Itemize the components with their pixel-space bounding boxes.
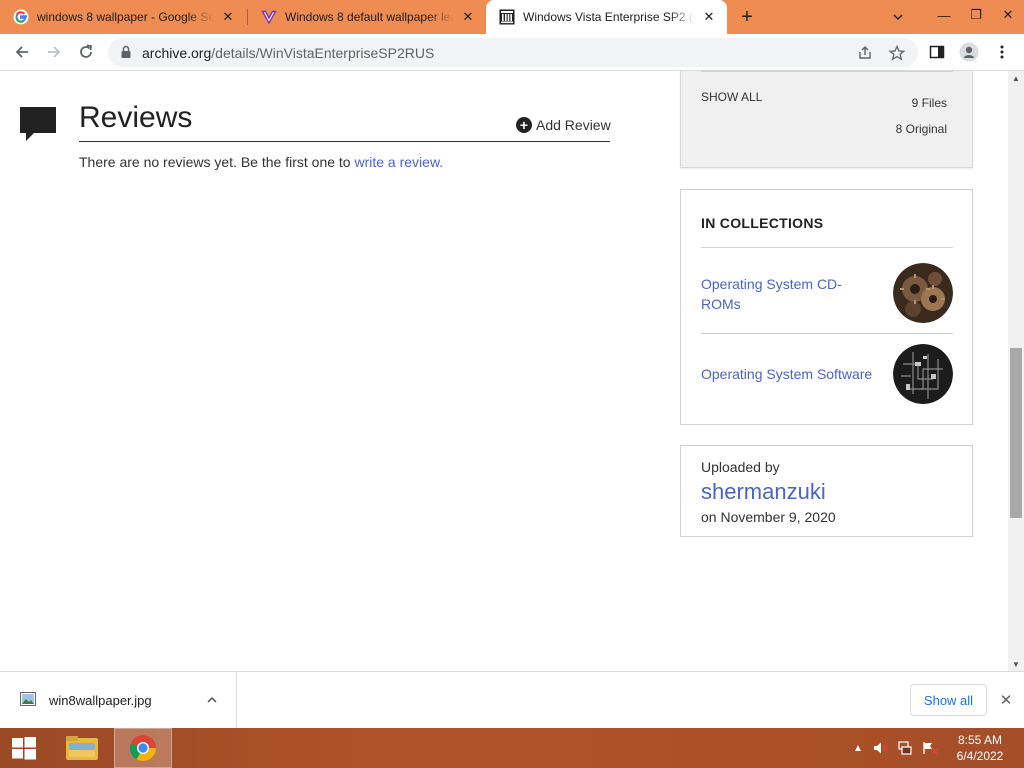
- file-explorer-taskbar-button[interactable]: [52, 728, 112, 768]
- collection-item-os-cd-roms[interactable]: Operating System CD-ROMs: [701, 262, 953, 324]
- chrome-icon: [129, 735, 157, 762]
- collections-box: IN COLLECTIONS Operating System CD-ROMs: [680, 189, 973, 425]
- tab-strip: windows 8 wallpaper - Google Se ✕ Window…: [0, 0, 1024, 34]
- menu-button[interactable]: [989, 39, 1015, 65]
- url-text: archive.org/details/WinVistaEnterpriseSP…: [142, 45, 434, 61]
- vimeo-v-icon: [261, 9, 277, 25]
- tab-title: windows 8 wallpaper - Google Se: [37, 10, 214, 24]
- arrow-left-icon: [15, 46, 28, 58]
- tab-close-icon[interactable]: ✕: [218, 7, 238, 27]
- close-download-bar-icon[interactable]: ✕: [996, 690, 1016, 710]
- chevron-down-icon: [893, 14, 903, 21]
- share-icon[interactable]: [856, 44, 874, 62]
- add-review-button[interactable]: + Add Review: [516, 117, 611, 133]
- collection-item-os-software[interactable]: Operating System Software: [701, 342, 953, 406]
- collections-divider: [701, 247, 953, 248]
- lock-icon[interactable]: [120, 45, 132, 64]
- speech-bubble-icon: [20, 107, 56, 146]
- download-item[interactable]: win8wallpaper.jpg: [0, 672, 237, 728]
- tab-title: Windows 8 default wallpaper lea: [285, 10, 454, 24]
- arrow-right-icon: [48, 46, 61, 58]
- network-icon[interactable]: [898, 740, 914, 756]
- google-icon: [13, 9, 29, 25]
- original-files-count: 8 Original: [895, 122, 947, 136]
- profile-button[interactable]: [956, 39, 982, 65]
- url-path: /details/WinVistaEnterpriseSP2RUS: [211, 45, 435, 61]
- tab-search-button[interactable]: [887, 6, 909, 28]
- circuit-image[interactable]: [893, 344, 953, 404]
- reload-button[interactable]: [73, 39, 99, 65]
- windows-logo-icon: [12, 737, 36, 760]
- collection-link[interactable]: Operating System Software: [701, 364, 891, 384]
- plus-circle-icon: +: [516, 117, 532, 133]
- folder-icon: [66, 736, 98, 760]
- collection-link[interactable]: Operating System CD-ROMs: [701, 274, 861, 314]
- minimize-button[interactable]: —: [928, 0, 960, 30]
- restore-button[interactable]: ❐: [960, 0, 992, 30]
- chrome-taskbar-button[interactable]: [114, 728, 172, 768]
- reload-icon: [80, 44, 93, 58]
- close-window-button[interactable]: ✕: [992, 0, 1024, 30]
- page-viewport: Reviews + Add Review There are no review…: [0, 71, 1008, 671]
- scroll-up-arrow-icon[interactable]: ▲: [1008, 71, 1024, 85]
- action-center-flag-icon[interactable]: [922, 740, 938, 756]
- write-review-link[interactable]: write a review.: [354, 154, 443, 170]
- start-button[interactable]: [0, 728, 48, 768]
- browser-toolbar: archive.org/details/WinVistaEnterpriseSP…: [0, 34, 1024, 71]
- files-count: 9 Files: [911, 96, 947, 110]
- gears-image[interactable]: [893, 263, 953, 323]
- forward-button[interactable]: [41, 39, 67, 65]
- show-all-downloads-button[interactable]: Show all: [910, 684, 987, 716]
- scroll-down-arrow-icon[interactable]: ▼: [1008, 657, 1024, 671]
- scrollbar-thumb[interactable]: [1010, 348, 1022, 518]
- side-panel-icon: [929, 45, 945, 59]
- bookmark-star-icon[interactable]: [888, 44, 906, 62]
- files-divider: [701, 71, 953, 72]
- tab-title: Windows Vista Enterprise SP2 (R: [523, 10, 695, 24]
- collections-divider: [701, 333, 953, 334]
- image-file-icon: [20, 692, 36, 711]
- uploader-username-link[interactable]: shermanzuki: [701, 479, 826, 505]
- tab-vimeo[interactable]: Windows 8 default wallpaper lea ✕: [248, 0, 486, 34]
- address-bar[interactable]: archive.org/details/WinVistaEnterpriseSP…: [108, 38, 918, 67]
- collections-heading: IN COLLECTIONS: [701, 215, 824, 231]
- download-options-button[interactable]: [203, 691, 221, 709]
- volume-muted-icon[interactable]: [873, 740, 889, 756]
- reviews-heading: Reviews: [79, 101, 193, 134]
- system-clock[interactable]: 8:55 AM 6/4/2022: [950, 732, 1010, 764]
- window-controls: — ❐ ✕: [928, 0, 1024, 30]
- avatar-icon: [959, 42, 979, 62]
- show-all-files-link[interactable]: SHOW ALL: [701, 90, 762, 104]
- add-review-label: Add Review: [536, 117, 611, 133]
- uploaded-by-label: Uploaded by: [701, 459, 780, 475]
- tab-close-icon[interactable]: ✕: [458, 7, 478, 27]
- tab-google-search[interactable]: windows 8 wallpaper - Google Se ✕: [0, 0, 246, 34]
- kebab-menu-icon: [1000, 45, 1004, 59]
- tab-archive-org[interactable]: Windows Vista Enterprise SP2 (R ✕: [486, 0, 727, 34]
- new-tab-button[interactable]: +: [736, 6, 758, 28]
- archive-org-icon: [499, 9, 515, 25]
- no-reviews-text: There are no reviews yet. Be the first o…: [79, 154, 443, 170]
- download-file-name: win8wallpaper.jpg: [49, 693, 152, 708]
- files-summary-box: SHOW ALL 9 Files 8 Original: [680, 71, 973, 168]
- url-host: archive.org: [142, 45, 212, 61]
- clock-time: 8:55 AM: [957, 733, 1003, 747]
- download-bar: win8wallpaper.jpg Show all ✕: [0, 671, 1024, 728]
- chevron-up-icon: [207, 696, 217, 703]
- uploader-box: Uploaded by shermanzuki on November 9, 2…: [680, 445, 973, 537]
- page-scrollbar[interactable]: ▲ ▼: [1008, 71, 1024, 671]
- back-button[interactable]: [9, 39, 35, 65]
- upload-date: on November 9, 2020: [701, 509, 836, 525]
- show-hidden-icons-chevron-icon[interactable]: ▲: [850, 740, 866, 756]
- side-panel-button[interactable]: [924, 39, 950, 65]
- tab-close-icon[interactable]: ✕: [699, 7, 719, 27]
- reviews-divider: [79, 141, 610, 142]
- clock-date: 6/4/2022: [956, 749, 1004, 763]
- no-reviews-message: There are no reviews yet. Be the first o…: [79, 154, 355, 170]
- windows-taskbar: ▲ 8:55 AM 6/4/2022: [0, 728, 1024, 768]
